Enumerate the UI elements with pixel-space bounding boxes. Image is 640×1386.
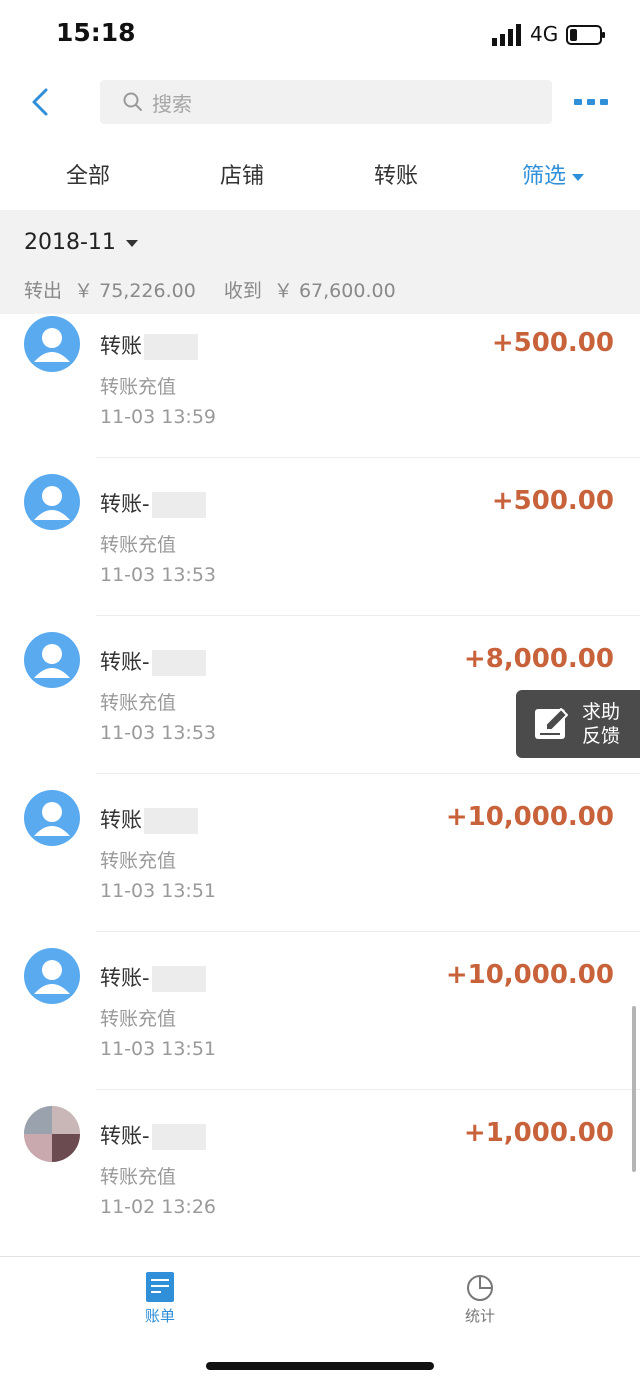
transaction-amount: +8,000.00 (463, 644, 614, 674)
blurred-name (151, 650, 206, 676)
transaction-row[interactable]: 转账- 转账充值 11-03 13:53 +500.00 (0, 458, 640, 616)
more-icon[interactable] (574, 96, 610, 108)
transaction-time: 11-03 13:51 (100, 880, 217, 902)
blurred-name (151, 1124, 206, 1150)
transaction-subtitle: 转账充值 (100, 376, 177, 398)
blurred-name (144, 334, 198, 360)
feedback-line2: 反馈 (582, 725, 621, 747)
tabbar-stats[interactable]: 统计 (440, 1271, 520, 1326)
edit-icon (535, 708, 568, 739)
caret-down-icon (125, 239, 138, 247)
avatar (24, 632, 80, 688)
avatar (24, 948, 80, 1004)
transaction-subtitle: 转账充值 (100, 1008, 177, 1030)
transaction-time: 11-03 13:59 (100, 406, 217, 428)
user-icon (34, 802, 70, 836)
battery-icon (566, 25, 605, 45)
in-amount: ￥ 67,600.00 (273, 280, 396, 302)
month-text: 2018-11 (24, 230, 116, 255)
transaction-amount: +10,000.00 (445, 960, 614, 990)
month-selector[interactable]: 2018-11 (24, 230, 138, 255)
transaction-title-text: 转账- (100, 650, 150, 674)
transaction-title: 转账 (100, 330, 198, 360)
avatar (24, 1106, 80, 1162)
user-icon (34, 960, 70, 994)
bill-icon (146, 1272, 174, 1302)
tab-store[interactable]: 店铺 (220, 158, 264, 190)
tabbar-bills[interactable]: 账单 (120, 1271, 200, 1326)
transaction-subtitle: 转账充值 (100, 850, 177, 872)
transaction-title-text: 转账 (100, 334, 142, 358)
transaction-row[interactable]: 转账- 转账充值 11-03 13:51 +10,000.00 (0, 932, 640, 1090)
home-indicator (206, 1362, 434, 1370)
out-label: 转出 (24, 280, 63, 302)
transaction-amount: +1,000.00 (463, 1118, 614, 1148)
transaction-title: 转账- (100, 1120, 206, 1150)
transaction-title-text: 转账 (100, 808, 142, 832)
transaction-title: 转账- (100, 488, 206, 518)
search-placeholder: 搜索 (152, 91, 192, 116)
transaction-row[interactable]: 转账 转账充值 11-03 13:59 +500.00 (0, 300, 640, 458)
transaction-title: 转账- (100, 962, 206, 992)
transaction-amount: +500.00 (491, 328, 614, 358)
blurred-name (151, 966, 206, 992)
transaction-subtitle: 转账充值 (100, 1166, 177, 1188)
feedback-button[interactable]: 求助 反馈 (516, 690, 640, 758)
pie-chart-icon (467, 1275, 493, 1301)
user-icon (34, 486, 70, 520)
transaction-amount: +10,000.00 (445, 802, 614, 832)
out-amount: ￥ 75,226.00 (74, 280, 196, 302)
scrollbar[interactable] (632, 1006, 636, 1172)
transaction-row[interactable]: 转账 转账充值 11-03 13:51 +10,000.00 (0, 774, 640, 932)
tabbar-bills-label: 账单 (144, 1307, 175, 1325)
transaction-title: 转账 (100, 804, 198, 834)
transaction-time: 11-02 13:26 (100, 1196, 217, 1218)
caret-down-icon (572, 173, 585, 181)
transaction-subtitle: 转账充值 (100, 692, 177, 714)
blurred-name (144, 808, 198, 834)
summary-totals: 转出 ￥ 75,226.00 收到 ￥ 67,600.00 (24, 276, 402, 303)
tab-transfer[interactable]: 转账 (374, 158, 418, 190)
blurred-name (151, 492, 206, 518)
back-button[interactable] (24, 84, 58, 120)
avatar (24, 474, 80, 530)
user-icon (34, 328, 70, 362)
transaction-subtitle: 转账充值 (100, 534, 177, 556)
signal-icon (492, 24, 521, 46)
tab-filter-label: 筛选 (522, 164, 567, 189)
tabbar-stats-label: 统计 (464, 1307, 495, 1325)
transaction-time: 11-03 13:53 (100, 722, 217, 744)
blurred-avatar-icon (24, 1106, 80, 1162)
status-time: 15:18 (56, 18, 136, 47)
tab-filter[interactable]: 筛选 (522, 158, 585, 190)
user-icon (34, 644, 70, 678)
transaction-title-text: 转账- (100, 492, 150, 516)
transaction-time: 11-03 13:51 (100, 1038, 217, 1060)
in-label: 收到 (223, 280, 262, 302)
search-icon (123, 92, 142, 111)
transaction-title-text: 转账- (100, 966, 150, 990)
tab-all[interactable]: 全部 (66, 158, 110, 190)
transaction-amount: +500.00 (491, 486, 614, 516)
transaction-time: 11-03 13:53 (100, 564, 217, 586)
transaction-row[interactable]: 转账- 转账充值 11-02 13:26 +1,000.00 (0, 1090, 640, 1248)
feedback-label: 求助 反馈 (582, 700, 620, 748)
transaction-title-text: 转账- (100, 1124, 150, 1148)
transaction-title: 转账- (100, 646, 206, 676)
feedback-line1: 求助 (582, 701, 621, 723)
avatar (24, 316, 80, 372)
search-input[interactable]: 搜索 (100, 80, 552, 124)
avatar (24, 790, 80, 846)
network-type: 4G (530, 22, 559, 46)
